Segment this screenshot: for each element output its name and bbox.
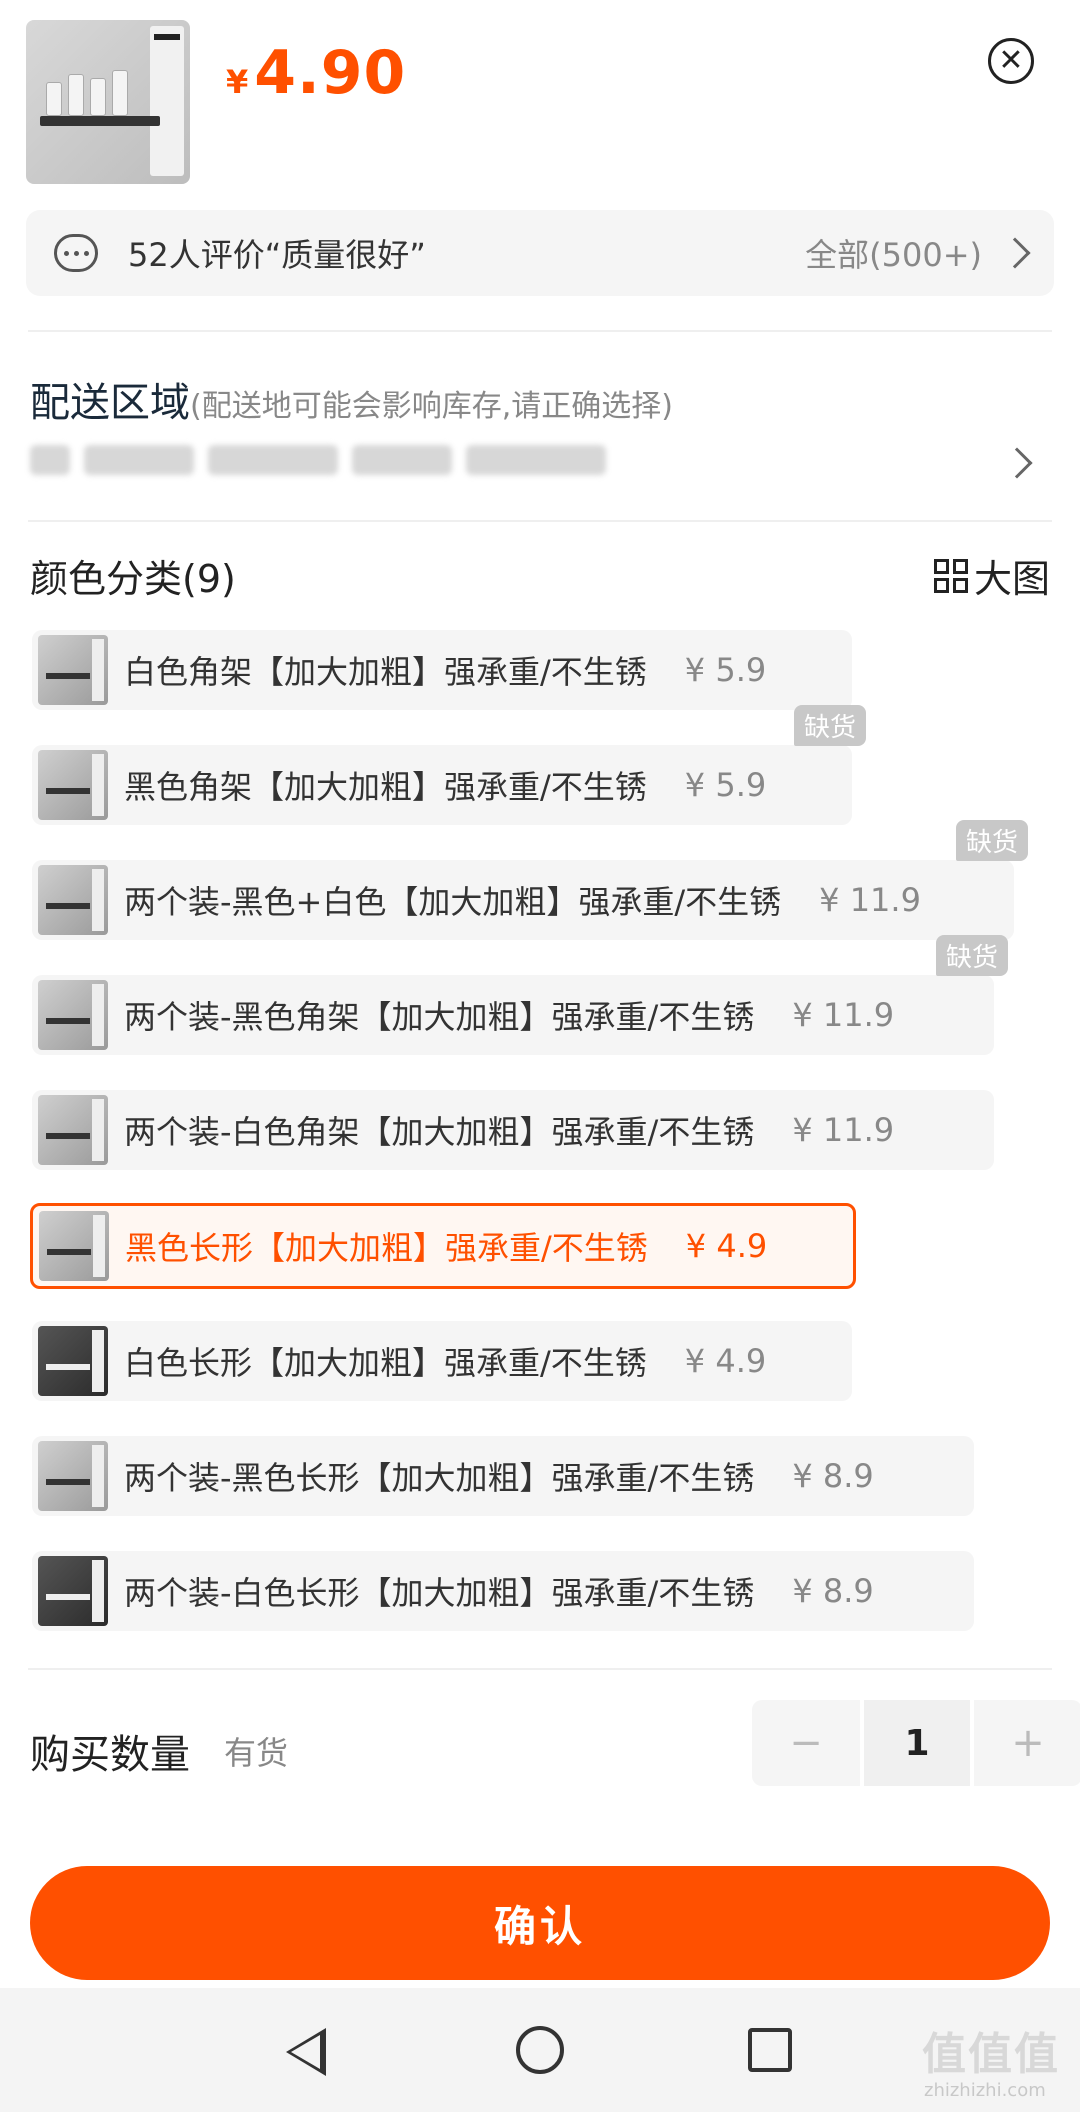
option-thumbnail: [38, 1095, 108, 1165]
product-thumbnail-panel: [150, 26, 184, 176]
option-price: ¥ 11.9: [792, 1111, 895, 1149]
option-label: 两个装-黑色长形【加大加粗】强承重/不生锈: [124, 1459, 755, 1497]
option-thumbnail: [38, 750, 108, 820]
location-icon: [30, 445, 70, 475]
close-icon[interactable]: ✕: [988, 38, 1034, 84]
address-blur: [84, 445, 194, 475]
price-value: 4.90: [254, 38, 407, 108]
delivery-title: 配送区域(配送地可能会影响库存,请正确选择): [30, 370, 673, 428]
option-thumbnail: [38, 865, 108, 935]
recent-apps-square-icon[interactable]: [748, 2028, 792, 2072]
big-image-toggle[interactable]: 大图: [934, 548, 1050, 603]
option-label: 两个装-白色长形【加大加粗】强承重/不生锈: [124, 1574, 755, 1612]
divider: [28, 330, 1052, 332]
option-thumbnail: [38, 980, 108, 1050]
option-price: ¥ 11.9: [792, 996, 895, 1034]
quantity-label: 购买数量: [30, 1732, 190, 1778]
out-of-stock-badge: 缺货: [935, 935, 1008, 976]
delivery-title-text: 配送区域: [30, 380, 190, 426]
color-option[interactable]: 两个装-黑色长形【加大加粗】强承重/不生锈 ¥ 8.9: [32, 1436, 974, 1516]
divider: [28, 520, 1052, 522]
bottle-graphic: [90, 78, 106, 116]
address-blur: [208, 445, 338, 475]
reviews-summary: 52人评价“质量很好”: [128, 236, 426, 274]
color-option[interactable]: 白色长形【加大加粗】强承重/不生锈 ¥ 4.9: [32, 1321, 852, 1401]
option-label: 白色长形【加大加粗】强承重/不生锈: [124, 1344, 647, 1382]
color-option[interactable]: 两个装-黑色角架【加大加粗】强承重/不生锈 ¥ 11.9 缺货: [32, 935, 1008, 1055]
confirm-button[interactable]: 确认: [30, 1866, 1050, 1980]
option-thumbnail: [38, 1556, 108, 1626]
color-option[interactable]: 两个装-白色长形【加大加粗】强承重/不生锈 ¥ 8.9: [32, 1551, 974, 1631]
chat-bubble-icon: [54, 234, 98, 272]
option-label: 两个装-黑色+白色【加大加粗】强承重/不生锈: [124, 883, 782, 921]
big-image-label: 大图: [974, 557, 1051, 601]
option-thumbnail: [38, 1441, 108, 1511]
decrement-button[interactable]: −: [752, 1700, 860, 1786]
delivery-hint: (配送地可能会影响库存,请正确选择): [190, 389, 673, 424]
bottle-graphic: [112, 70, 128, 116]
color-option-selected[interactable]: 黑色长形【加大加粗】强承重/不生锈 ¥ 4.9: [30, 1203, 856, 1289]
option-thumbnail: [38, 1326, 108, 1396]
color-option[interactable]: 黑色角架【加大加粗】强承重/不生锈 ¥ 5.9 缺货: [32, 705, 866, 825]
option-label: 黑色长形【加大加粗】强承重/不生锈: [125, 1229, 648, 1267]
currency-symbol: ¥: [226, 63, 249, 101]
grid-icon: [934, 558, 968, 593]
option-label: 白色角架【加大加粗】强承重/不生锈: [124, 653, 647, 691]
option-price: ¥ 11.9: [819, 881, 921, 919]
divider: [28, 1668, 1052, 1670]
delivery-chevron-right-icon[interactable]: [1001, 447, 1033, 479]
option-thumbnail: [38, 635, 108, 705]
quantity-value[interactable]: 1: [864, 1700, 970, 1786]
chevron-right-icon: [999, 237, 1031, 269]
option-thumbnail: [39, 1211, 109, 1281]
shelf-graphic: [40, 116, 160, 126]
reviews-all-link[interactable]: 全部(500+): [805, 230, 982, 276]
product-price: ¥ 4.90: [226, 38, 406, 108]
stock-status: 有货: [224, 1734, 289, 1772]
option-label: 两个装-白色角架【加大加粗】强承重/不生锈: [124, 1113, 755, 1151]
back-triangle-icon[interactable]: [286, 2028, 326, 2076]
out-of-stock-badge: 缺货: [793, 705, 866, 746]
option-label: 两个装-黑色角架【加大加粗】强承重/不生锈: [124, 998, 755, 1036]
delivery-address-blurred[interactable]: [30, 432, 620, 488]
color-option[interactable]: 两个装-黑色+白色【加大加粗】强承重/不生锈 ¥ 11.9 缺货: [32, 820, 1028, 940]
option-price: ¥ 4.9: [685, 1227, 768, 1265]
option-price: ¥ 5.9: [684, 651, 767, 689]
system-nav-bar: 值值值 zhizhizhi.com: [0, 1988, 1080, 2112]
option-price: ¥ 8.9: [792, 1572, 874, 1610]
color-option[interactable]: 两个装-白色角架【加大加粗】强承重/不生锈 ¥ 11.9: [32, 1090, 994, 1170]
increment-button[interactable]: +: [974, 1700, 1080, 1786]
address-blur: [466, 445, 606, 475]
out-of-stock-badge: 缺货: [955, 820, 1028, 861]
option-price: ¥ 8.9: [792, 1457, 874, 1495]
option-price: ¥ 5.9: [684, 766, 767, 804]
home-circle-icon[interactable]: [516, 2026, 564, 2074]
color-category-title: 颜色分类(9): [30, 557, 236, 601]
watermark-url: zhizhizhi.com: [924, 2080, 1046, 2101]
address-blur: [352, 445, 452, 475]
watermark-logo: 值值值: [922, 2029, 1060, 2080]
bottle-graphic: [46, 82, 62, 116]
reviews-bar[interactable]: 52人评价“质量很好” 全部(500+): [26, 210, 1054, 296]
bottle-graphic: [68, 74, 84, 116]
option-label: 黑色角架【加大加粗】强承重/不生锈: [124, 768, 647, 806]
option-price: ¥ 4.9: [684, 1342, 767, 1380]
color-option[interactable]: 白色角架【加大加粗】强承重/不生锈 ¥ 5.9: [32, 630, 852, 710]
product-thumbnail[interactable]: [26, 20, 190, 184]
quantity-stepper: − 1 +: [752, 1700, 1080, 1786]
